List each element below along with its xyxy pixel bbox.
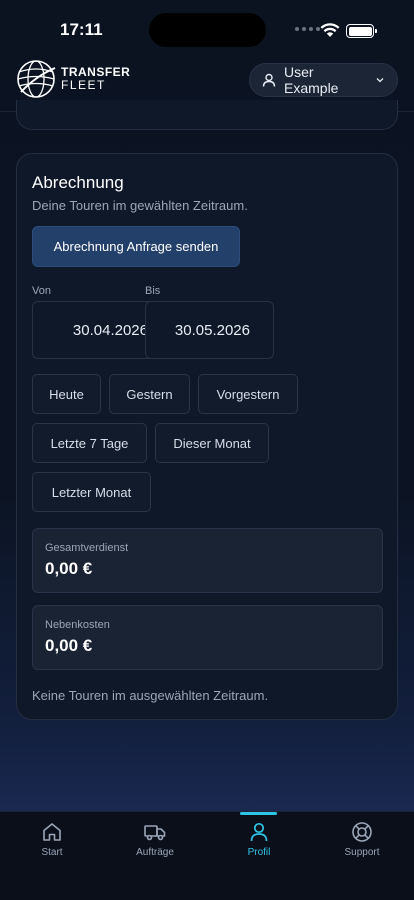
battery-icon: [346, 24, 377, 38]
nav-label-profile: Profil: [247, 847, 271, 858]
to-label: Bis: [145, 285, 161, 297]
from-label: Von: [32, 285, 51, 297]
billing-subtitle: Deine Touren im gewählten Zeitraum.: [32, 198, 248, 213]
preset-last-7-days[interactable]: Letzte 7 Tage: [32, 423, 147, 463]
user-icon: [262, 73, 276, 87]
preset-day-before-yesterday[interactable]: Vorgestern: [198, 374, 298, 414]
logo-text-fleet: FLEET: [61, 78, 106, 92]
extra-costs-box: Nebenkosten 0,00 €: [32, 605, 383, 670]
user-name: User Example: [284, 64, 339, 96]
request-billing-button[interactable]: Abrechnung Anfrage senden: [32, 226, 240, 267]
total-earnings-value: 0,00 €: [45, 559, 93, 578]
nav-label-support: Support: [344, 847, 380, 858]
home-icon: [43, 823, 61, 841]
billing-card: Abrechnung Deine Touren im gewählten Zei…: [16, 153, 398, 720]
lifebuoy-icon: [352, 822, 372, 842]
nav-item-support[interactable]: Support: [310, 812, 414, 872]
chevron-down-icon: [376, 78, 384, 83]
preset-this-month[interactable]: Dieser Monat: [155, 423, 269, 463]
billing-title: Abrechnung: [32, 173, 124, 192]
bottom-navigation: Start Aufträge Profil Support: [0, 811, 414, 900]
total-earnings-label: Gesamtverdienst: [45, 542, 129, 554]
from-date-field[interactable]: 30.04.2026: [32, 301, 157, 359]
extra-costs-label: Nebenkosten: [45, 619, 110, 631]
preset-last-month[interactable]: Letzter Monat: [32, 472, 151, 512]
user-menu-button[interactable]: User Example: [249, 63, 398, 97]
dynamic-island: [149, 13, 266, 47]
status-time: 17:11: [60, 20, 103, 39]
status-bar: 17:11: [0, 0, 414, 56]
previous-card: [16, 100, 398, 130]
empty-state-message: Keine Touren im ausgewählten Zeitraum.: [32, 688, 269, 703]
truck-icon: [144, 825, 166, 841]
wifi-icon: [320, 23, 340, 37]
preset-today[interactable]: Heute: [32, 374, 101, 414]
nav-item-start[interactable]: Start: [0, 812, 104, 872]
to-date-field[interactable]: 30.05.2026: [145, 301, 274, 359]
nav-item-orders[interactable]: Aufträge: [103, 812, 207, 872]
user-icon: [250, 822, 268, 842]
extra-costs-value: 0,00 €: [45, 636, 93, 655]
nav-item-profile[interactable]: Profil: [207, 812, 311, 872]
nav-label-start: Start: [41, 847, 63, 858]
total-earnings-box: Gesamtverdienst 0,00 €: [32, 528, 383, 593]
preset-yesterday[interactable]: Gestern: [109, 374, 190, 414]
nav-label-orders: Aufträge: [136, 847, 174, 858]
app-logo[interactable]: TRANSFER FLEET: [15, 58, 130, 100]
globe-logo-icon: [17, 60, 56, 98]
cellular-signal-icon: [295, 27, 320, 31]
